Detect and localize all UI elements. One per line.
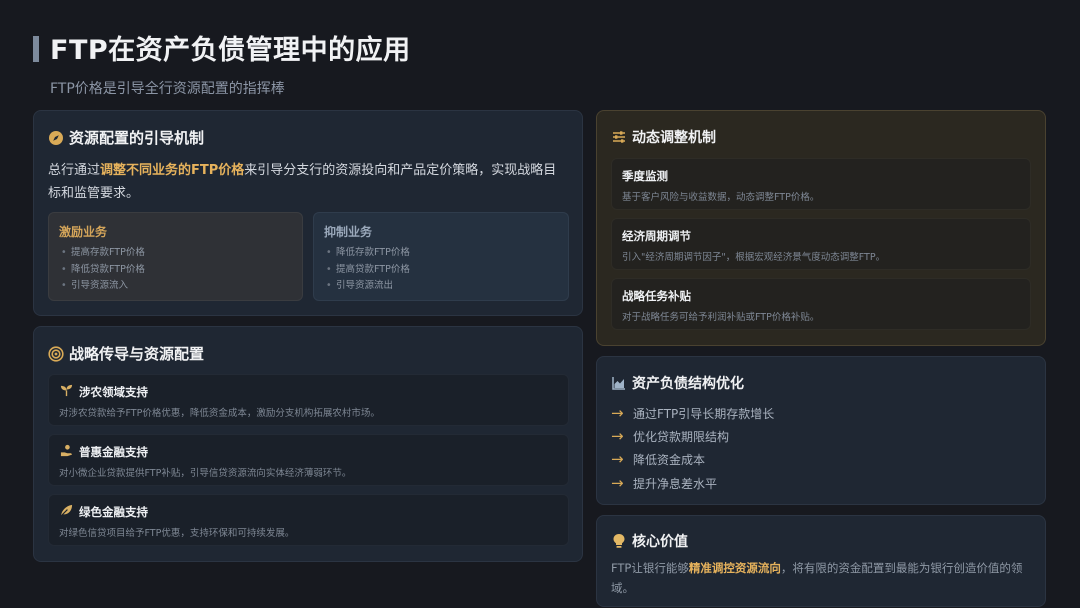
core-value-text: FTP让银行能够精准调控资源流向，将有限的资金配置到最能为银行创造价值的领域。 xyxy=(611,558,1036,598)
area-chart-icon xyxy=(611,375,627,391)
incentive-box: 激励业务 提高存款FTP价格 降低贷款FTP价格 引导资源流入 xyxy=(48,212,303,301)
strategy-item-title: 涉农领域支持 xyxy=(79,385,148,399)
structure-item: → 降低资金成本 xyxy=(611,450,705,468)
dynamic-item-desc: 基于客户风险与收益数据，动态调整FTP价格。 xyxy=(622,192,820,203)
page-subtitle: FTP价格是引导全行资源配置的指挥棒 xyxy=(50,81,285,97)
structure-item: → 提升净息差水平 xyxy=(611,474,717,492)
dynamic-item-desc: 对于战略任务可给予利润补贴或FTP价格补贴。 xyxy=(622,312,820,323)
strategy-item: 绿色金融支持 对绿色信贷项目给予FTP优惠，支持环保和可持续发展。 xyxy=(48,494,569,546)
title-accent-bar xyxy=(33,36,39,62)
core-value-card: 核心价值 FTP让银行能够精准调控资源流向，将有限的资金配置到最能为银行创造价值… xyxy=(596,515,1046,607)
strategy-item-desc: 对涉农贷款给予FTP价格优惠，降低资金成本，激励分支机构拓展农村市场。 xyxy=(59,408,380,419)
strategy-item-header: 普惠金融支持 xyxy=(59,444,148,460)
core-highlight: 精准调控资源流向 xyxy=(688,561,781,575)
dynamic-item-title: 战略任务补贴 xyxy=(622,289,691,303)
strategy-card-title: 战略传导与资源配置 xyxy=(48,343,204,364)
dynamic-item: 季度监测 基于客户风险与收益数据，动态调整FTP价格。 xyxy=(611,158,1031,210)
strategy-card: 战略传导与资源配置 涉农领域支持 对涉农贷款给予FTP价格优惠，降低资金成本，激… xyxy=(33,326,583,562)
arrow-right-icon: → xyxy=(611,474,624,492)
incentive-item: 引导资源流入 xyxy=(59,278,292,295)
core-text-pre: FTP让银行能够 xyxy=(611,561,689,575)
structure-title-text: 资产负债结构优化 xyxy=(632,376,744,392)
dynamic-item: 战略任务补贴 对于战略任务可给予利润补贴或FTP价格补贴。 xyxy=(611,278,1031,330)
dynamic-item: 经济周期调节 引入"经济周期调节因子"，根据宏观经济景气度动态调整FTP。 xyxy=(611,218,1031,270)
strategy-title-text: 战略传导与资源配置 xyxy=(69,345,205,363)
guide-intro: 总行通过调整不同业务的FTP价格来引导分支行的资源投向和产品定价策略，实现战略目… xyxy=(48,159,568,205)
restrict-box: 抑制业务 降低存款FTP价格 提高贷款FTP价格 引导资源流出 xyxy=(313,212,569,301)
compass-icon xyxy=(48,130,64,146)
guide-card-title: 资源配置的引导机制 xyxy=(48,127,204,148)
intro-text-pre: 总行通过 xyxy=(48,163,101,178)
restrict-title: 抑制业务 xyxy=(324,225,373,239)
leaf-icon xyxy=(59,504,73,520)
strategy-item-header: 涉农领域支持 xyxy=(59,384,148,400)
sliders-icon xyxy=(611,129,627,145)
seedling-icon xyxy=(59,384,73,400)
restrict-item: 提高贷款FTP价格 xyxy=(324,262,558,279)
strategy-item: 普惠金融支持 对小微企业贷款提供FTP补贴，引导信贷资源流向实体经济薄弱环节。 xyxy=(48,434,569,486)
strategy-item-title: 绿色金融支持 xyxy=(79,505,148,519)
structure-card: 资产负债结构优化 → 通过FTP引导长期存款增长 → 优化贷款期限结构 → 降低… xyxy=(596,356,1046,505)
structure-item-text: 降低资金成本 xyxy=(633,452,706,467)
incentive-title: 激励业务 xyxy=(59,225,108,239)
dynamic-item-desc: 引入"经济周期调节因子"，根据宏观经济景气度动态调整FTP。 xyxy=(622,252,886,263)
structure-item-text: 优化贷款期限结构 xyxy=(633,429,730,444)
core-title-text: 核心价值 xyxy=(632,534,688,550)
arrow-right-icon: → xyxy=(611,404,624,422)
strategy-item-desc: 对绿色信贷项目给予FTP优惠，支持环保和可持续发展。 xyxy=(59,528,295,539)
dynamic-item-title: 经济周期调节 xyxy=(622,229,691,243)
structure-card-title: 资产负债结构优化 xyxy=(611,373,744,393)
strategy-item-title: 普惠金融支持 xyxy=(79,445,148,459)
strategy-item-header: 绿色金融支持 xyxy=(59,504,148,520)
structure-item-text: 通过FTP引导长期存款增长 xyxy=(633,406,775,421)
strategy-item: 涉农领域支持 对涉农贷款给予FTP价格优惠，降低资金成本，激励分支机构拓展农村市… xyxy=(48,374,569,426)
target-icon xyxy=(48,345,64,362)
intro-highlight: 调整不同业务的FTP价格 xyxy=(100,163,245,178)
incentive-item: 提高存款FTP价格 xyxy=(59,245,292,262)
dynamic-title-text: 动态调整机制 xyxy=(632,130,716,146)
arrow-right-icon: → xyxy=(611,450,624,468)
dynamic-card-title: 动态调整机制 xyxy=(611,127,716,147)
structure-item: → 通过FTP引导长期存款增长 xyxy=(611,404,774,422)
dynamic-adjust-card: 动态调整机制 季度监测 基于客户风险与收益数据，动态调整FTP价格。 经济周期调… xyxy=(596,110,1046,346)
page-title: FTP在资产负债管理中的应用 xyxy=(50,35,411,66)
structure-item: → 优化贷款期限结构 xyxy=(611,427,729,445)
arrow-right-icon: → xyxy=(611,427,624,445)
structure-item-text: 提升净息差水平 xyxy=(633,476,718,491)
hand-coin-icon xyxy=(59,444,73,460)
guide-mechanism-card: 资源配置的引导机制 总行通过调整不同业务的FTP价格来引导分支行的资源投向和产品… xyxy=(33,110,583,316)
strategy-item-desc: 对小微企业贷款提供FTP补贴，引导信贷资源流向实体经济薄弱环节。 xyxy=(59,468,352,479)
lightbulb-icon xyxy=(611,533,627,549)
core-card-title: 核心价值 xyxy=(611,531,688,551)
incentive-item: 降低贷款FTP价格 xyxy=(59,262,292,279)
guide-title-text: 资源配置的引导机制 xyxy=(69,129,205,147)
dynamic-item-title: 季度监测 xyxy=(622,169,668,183)
restrict-item: 降低存款FTP价格 xyxy=(324,245,558,262)
restrict-item: 引导资源流出 xyxy=(324,278,558,295)
